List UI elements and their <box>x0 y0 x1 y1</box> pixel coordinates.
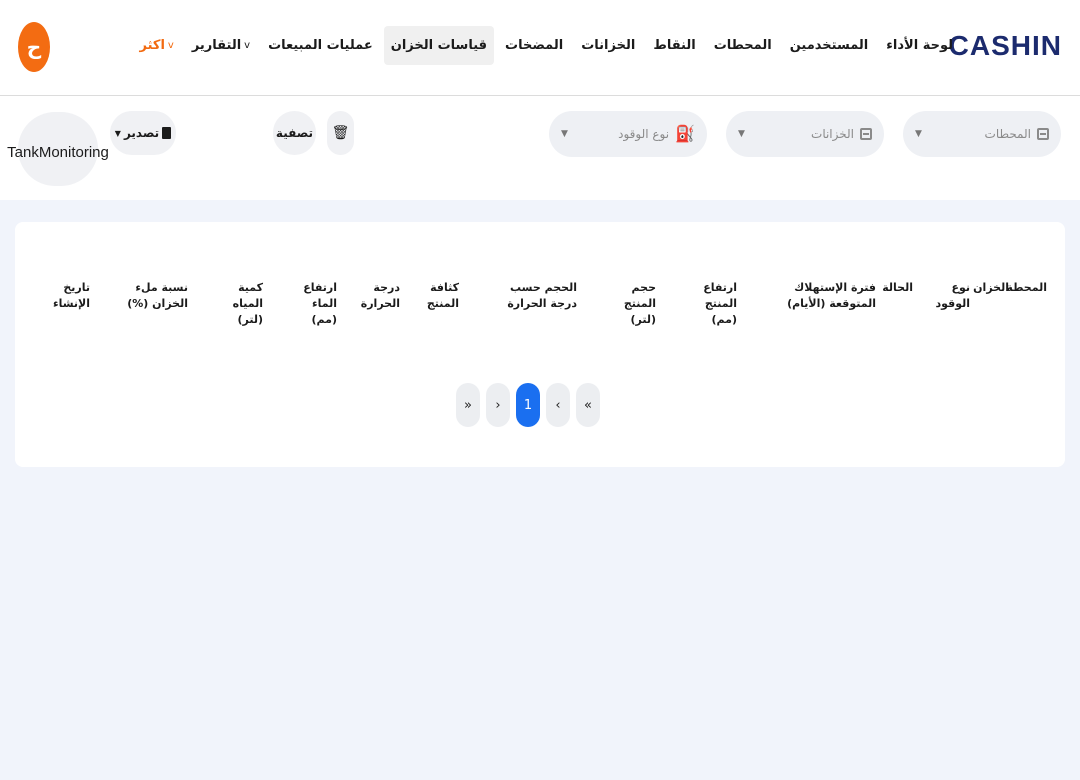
chevron-down-icon: v <box>167 39 174 51</box>
next-page-button[interactable]: › <box>486 383 510 427</box>
tank-monitoring-button[interactable]: Tank Monitoring <box>7 112 109 186</box>
col-header-temp-volume[interactable]: الحجم حسب درجة الحرارة <box>492 280 577 312</box>
chevron-down-icon: v <box>244 39 251 51</box>
export-label: تصدير <box>123 126 160 140</box>
clear-filters-button[interactable]: 🗑 <box>327 111 354 155</box>
nav-users[interactable]: المستخدمين <box>783 26 876 65</box>
col-header-tank[interactable]: الخزان <box>973 280 1009 296</box>
nav-more-dropdown[interactable]: اكثر v <box>132 26 180 65</box>
top-navbar: CASHIN لوحة الأداء المستخدمين المحطات ال… <box>0 0 1080 96</box>
stations-select[interactable]: المحطات ▼ <box>903 111 1061 157</box>
cashin-logo[interactable]: CASHIN <box>949 30 1062 62</box>
stations-placeholder: المحطات <box>984 127 1031 141</box>
measurements-table-card: المحطة الخزان نوع الوقود الحالة فترة الإ… <box>15 222 1065 467</box>
nav-tanks[interactable]: الخزانات <box>574 26 642 65</box>
user-avatar[interactable]: ح <box>18 22 50 72</box>
dropdown-arrow-icon: ▼ <box>738 129 745 139</box>
col-header-water-height[interactable]: ارتفاع الماء (مم) <box>287 280 337 328</box>
tank-monitoring-label-line2: Monitoring <box>38 144 109 162</box>
main-nav: لوحة الأداء المستخدمين المحطات النقاط ال… <box>132 24 960 66</box>
nav-pumps[interactable]: المضخات <box>498 26 570 65</box>
nav-reports-dropdown[interactable]: التقارير v <box>185 26 257 65</box>
nav-stations[interactable]: المحطات <box>707 26 779 65</box>
first-page-button[interactable]: « <box>576 383 600 427</box>
station-icon <box>1037 128 1049 140</box>
filter-bar: المحطات ▼ الخزانات ▼ ⛽ نوع الوقود ▼ 🗑 تص… <box>0 96 1080 200</box>
tanks-select[interactable]: الخزانات ▼ <box>726 111 884 157</box>
nav-more-label: اكثر <box>139 37 165 53</box>
export-file-icon <box>162 127 172 139</box>
fuel-pump-icon: ⛽ <box>675 124 695 143</box>
nav-points[interactable]: النقاط <box>646 26 702 65</box>
nav-dashboard[interactable]: لوحة الأداء <box>879 26 960 65</box>
trash-icon: 🗑 <box>331 125 350 141</box>
col-header-status[interactable]: الحالة <box>882 280 913 296</box>
nav-reports-label: التقارير <box>191 37 242 53</box>
col-header-temperature[interactable]: درجة الحرارة <box>361 280 400 312</box>
nav-sales-operations[interactable]: عمليات المبيعات <box>261 26 380 65</box>
previous-page-button[interactable]: ‹ <box>546 383 570 427</box>
tank-icon <box>860 128 872 140</box>
export-dropdown-button[interactable]: ▼ تصدير <box>110 111 176 155</box>
col-header-product-density[interactable]: كثافة المنتج <box>423 280 459 312</box>
col-header-created-date[interactable]: تاريخ الإنشاء <box>50 280 90 312</box>
last-page-button[interactable]: » <box>456 383 480 427</box>
col-header-tank-fill[interactable]: نسبة ملء الخزان (%) <box>110 280 188 312</box>
nav-tank-measurements[interactable]: قياسات الخزان <box>383 25 495 65</box>
col-header-water-volume[interactable]: كمية المياه (لتر) <box>215 280 263 328</box>
fuel-type-select[interactable]: ⛽ نوع الوقود ▼ <box>549 111 707 157</box>
tank-monitoring-label-line1: Tank <box>7 144 39 162</box>
fuel-type-placeholder: نوع الوقود <box>618 127 670 141</box>
dropdown-arrow-icon: ▼ <box>915 129 922 139</box>
dropdown-arrow-icon: ▼ <box>561 129 568 139</box>
col-header-product-volume[interactable]: حجم المنتج (لتر) <box>604 280 656 328</box>
current-page-button[interactable]: 1 <box>516 383 540 427</box>
col-header-fuel-type[interactable]: نوع الوقود <box>934 280 970 312</box>
pagination: » › 1 ‹ « <box>456 382 600 428</box>
filter-button[interactable]: تصفية <box>273 111 316 155</box>
col-header-station[interactable]: المحطة <box>1006 280 1047 296</box>
caret-down-icon: ▼ <box>114 128 121 138</box>
col-header-expected-consumption[interactable]: فترة الإستهلاك المتوقعة (الأيام) <box>766 280 876 312</box>
tanks-placeholder: الخزانات <box>811 127 854 141</box>
col-header-product-height[interactable]: ارتفاع المنتج (مم) <box>681 280 737 328</box>
